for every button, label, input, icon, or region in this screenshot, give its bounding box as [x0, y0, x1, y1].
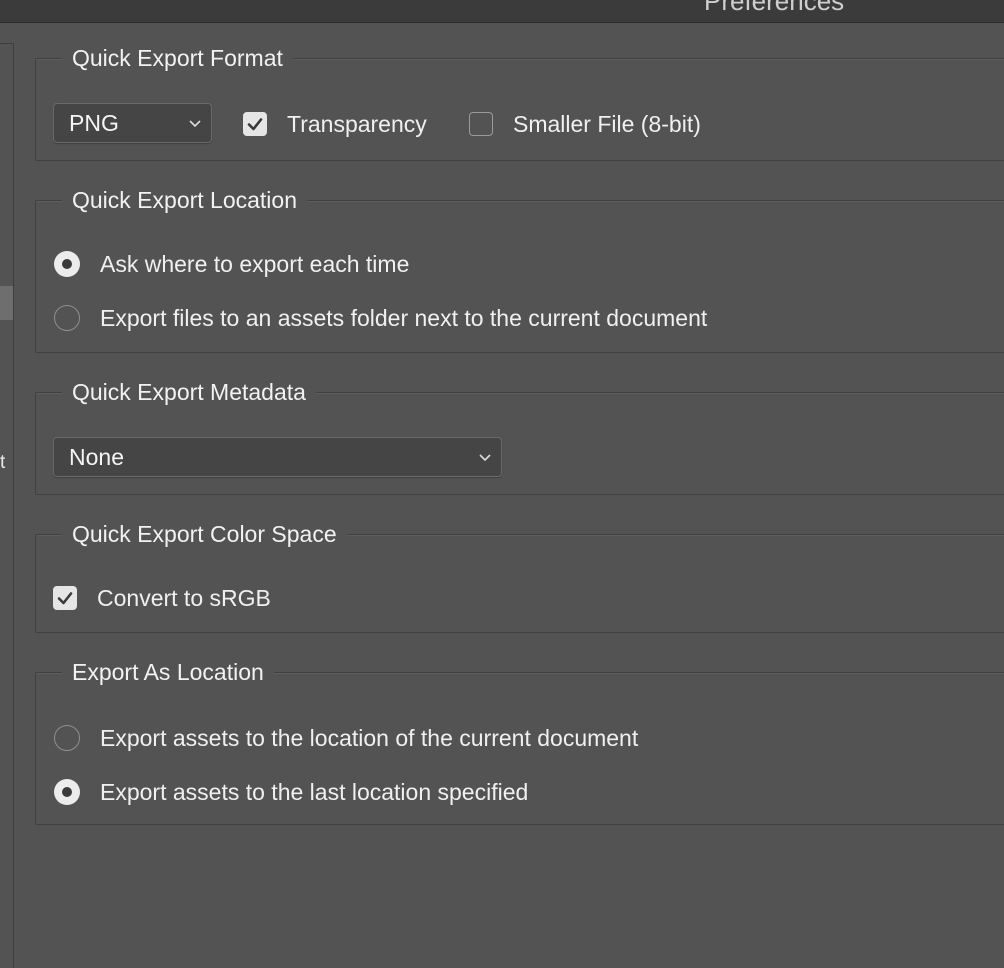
- radio-last-location-label: Export assets to the last location speci…: [100, 779, 529, 805]
- transparency-label: Transparency: [287, 111, 427, 137]
- export-as-location-group: Export As Location Export assets to the …: [35, 657, 1004, 825]
- quick-export-location-group: Quick Export Location Ask where to expor…: [35, 185, 1004, 353]
- sidebar-selected-item[interactable]: [0, 286, 13, 320]
- quick-export-metadata-group: Quick Export Metadata None: [35, 377, 1004, 495]
- window-title: Preferences: [704, 0, 845, 16]
- radio-current-document[interactable]: [54, 725, 80, 751]
- transparency-checkbox[interactable]: [243, 112, 267, 136]
- radio-ask-where-label: Ask where to export each time: [100, 251, 410, 277]
- convert-srgb-checkbox[interactable]: [53, 586, 77, 610]
- checkmark-icon: [247, 118, 263, 131]
- radio-assets-folder-row[interactable]: Export files to an assets folder next to…: [54, 303, 707, 333]
- group-legend: Quick Export Color Space: [62, 519, 347, 549]
- smaller-file-label: Smaller File (8-bit): [513, 111, 701, 137]
- radio-ask-where[interactable]: [54, 251, 80, 277]
- sidebar-item-label[interactable]: t: [0, 452, 5, 474]
- radio-assets-folder[interactable]: [54, 305, 80, 331]
- group-legend: Quick Export Metadata: [62, 377, 316, 407]
- convert-srgb-label: Convert to sRGB: [97, 585, 271, 611]
- metadata-select-value: None: [69, 444, 124, 470]
- radio-last-location-row[interactable]: Export assets to the last location speci…: [54, 777, 528, 807]
- format-select[interactable]: PNG: [53, 103, 212, 143]
- quick-export-color-space-group: Quick Export Color Space Convert to sRGB: [35, 519, 1004, 633]
- chevron-down-icon: [479, 454, 491, 462]
- radio-current-document-row[interactable]: Export assets to the location of the cur…: [54, 723, 638, 753]
- preferences-sidebar[interactable]: t: [0, 43, 14, 968]
- radio-last-location[interactable]: [54, 779, 80, 805]
- checkmark-icon: [57, 592, 73, 605]
- group-legend: Export As Location: [62, 657, 274, 687]
- transparency-checkbox-row[interactable]: Transparency: [243, 109, 427, 139]
- title-bar: Preferences: [0, 0, 1004, 23]
- format-select-value: PNG: [69, 110, 119, 136]
- group-legend: Quick Export Format: [62, 43, 293, 73]
- quick-export-format-group: Quick Export Format PNG Transparency Sma…: [35, 43, 1004, 161]
- smaller-file-checkbox[interactable]: [469, 112, 493, 136]
- chevron-down-icon: [189, 120, 201, 128]
- metadata-select[interactable]: None: [53, 437, 502, 477]
- convert-srgb-checkbox-row[interactable]: Convert to sRGB: [53, 583, 271, 613]
- radio-assets-folder-label: Export files to an assets folder next to…: [100, 305, 708, 331]
- radio-ask-where-row[interactable]: Ask where to export each time: [54, 249, 409, 279]
- radio-current-document-label: Export assets to the location of the cur…: [100, 725, 639, 751]
- group-legend: Quick Export Location: [62, 185, 308, 215]
- smaller-file-checkbox-row[interactable]: Smaller File (8-bit): [469, 109, 701, 139]
